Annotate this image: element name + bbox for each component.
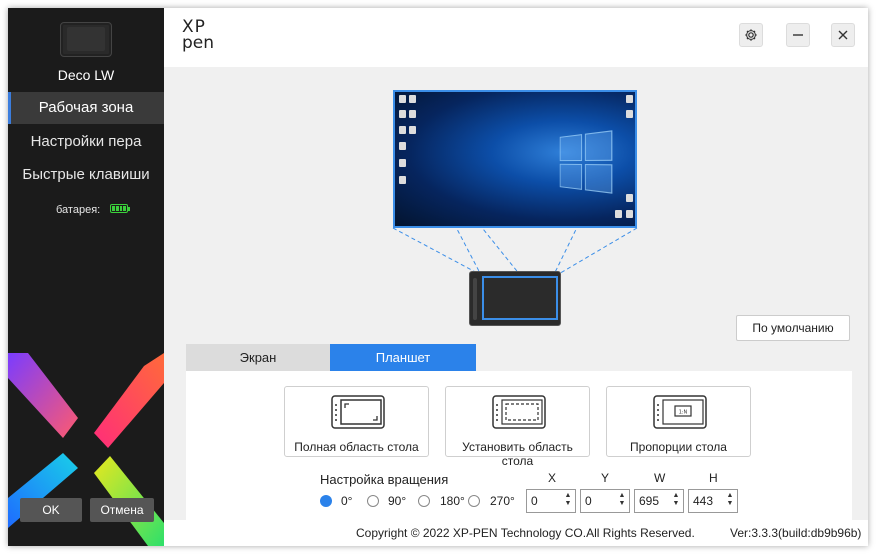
settings-button[interactable]: [739, 23, 763, 47]
desktop-icon: [399, 176, 406, 184]
spin-arrows-icon[interactable]: ▲ ▼: [672, 492, 680, 510]
desktop-icon: [399, 110, 406, 118]
w-value: 695: [639, 494, 660, 508]
sidebar-item-shortcut-keys[interactable]: Быстрые клавиши: [8, 159, 164, 191]
close-icon: [838, 30, 848, 40]
set-area-button[interactable]: Установить область стола: [445, 386, 590, 468]
mapping-tabs: Экран Планшет: [186, 344, 476, 371]
minimize-button[interactable]: [786, 23, 810, 47]
device-name: Deco LW: [57, 67, 115, 83]
sidebar-item-label: Рабочая зона: [38, 99, 134, 116]
desktop-icon: [615, 210, 622, 218]
desktop-icon: [409, 95, 416, 103]
desktop-icon: [399, 126, 406, 134]
tablet-key-strip: [473, 278, 477, 320]
spin-arrows-icon[interactable]: ▲ ▼: [564, 492, 572, 510]
desktop-icon: [409, 126, 416, 134]
desktop-icon: [399, 95, 406, 103]
x-value: 0: [531, 494, 538, 508]
w-stepper[interactable]: 695 ▲ ▼: [634, 489, 684, 513]
rotation-0-label: 0°: [341, 494, 353, 508]
y-stepper[interactable]: 0 ▲ ▼: [580, 489, 630, 513]
work-area-panel: По умолчанию Экран Планшет Полная област…: [164, 67, 868, 520]
minimize-icon: [793, 34, 803, 36]
ok-button[interactable]: OK: [20, 498, 82, 522]
spin-arrows-icon[interactable]: ▲ ▼: [618, 492, 626, 510]
desktop-icon: [409, 110, 416, 118]
svg-text:1:N: 1:N: [679, 410, 688, 416]
desktop-icon: [399, 159, 406, 167]
screen-preview: [393, 90, 637, 228]
rotation-270-radio[interactable]: [468, 495, 480, 507]
full-area-icon: [331, 395, 385, 429]
full-area-button[interactable]: Полная область стола: [284, 386, 429, 457]
tab-tablet[interactable]: Планшет: [330, 344, 476, 371]
device-thumbnail: [60, 22, 112, 57]
footer: Copyright © 2022 XP-PEN Technology CO.Al…: [164, 520, 868, 546]
mode-label: Пропорции стола: [630, 440, 727, 454]
h-stepper[interactable]: 443 ▲ ▼: [688, 489, 738, 513]
w-header: W: [654, 471, 666, 485]
close-button[interactable]: [831, 23, 855, 47]
desktop-icon: [399, 142, 406, 150]
app-window: Deco LW Рабочая зона Настройки пера Быст…: [8, 8, 868, 546]
sidebar-item-label: Быстрые клавиши: [22, 166, 150, 183]
battery-icon: [110, 204, 130, 213]
rotation-90-radio[interactable]: [367, 495, 379, 507]
sidebar: Deco LW Рабочая зона Настройки пера Быст…: [8, 8, 164, 546]
rotation-180-radio[interactable]: [418, 495, 430, 507]
mode-label: Установить область стола: [462, 440, 573, 468]
tablet-preview: [469, 271, 561, 326]
rotation-title: Настройка вращения: [320, 472, 449, 487]
proportion-icon: 1:N: [653, 395, 707, 429]
h-header: H: [709, 471, 718, 485]
version-text: Ver:3.3.3(build:db9b96b): [730, 526, 862, 540]
xppen-logo: XP pen: [182, 17, 215, 53]
windows-logo: [559, 130, 613, 194]
battery-label: батарея:: [56, 204, 101, 216]
spin-arrows-icon[interactable]: ▲ ▼: [726, 492, 734, 510]
tab-screen[interactable]: Экран: [186, 344, 330, 371]
desktop-icon: [626, 210, 633, 218]
x-header: X: [548, 471, 557, 485]
sidebar-item-pen-settings[interactable]: Настройки пера: [8, 126, 164, 158]
proportion-button[interactable]: 1:N Пропорции стола: [606, 386, 751, 457]
y-header: Y: [601, 471, 610, 485]
sidebar-item-work-area[interactable]: Рабочая зона: [8, 92, 164, 124]
rotation-0-radio[interactable]: [320, 495, 332, 507]
x-stepper[interactable]: 0 ▲ ▼: [526, 489, 576, 513]
copyright-text: Copyright © 2022 XP-PEN Technology CO.Al…: [356, 526, 695, 540]
rotation-180-label: 180°: [440, 494, 465, 508]
mode-label: Полная область стола: [294, 440, 419, 454]
title-bar: XP pen: [164, 8, 868, 67]
rotation-90-label: 90°: [388, 494, 407, 508]
y-value: 0: [585, 494, 592, 508]
default-button[interactable]: По умолчанию: [736, 315, 850, 341]
desktop-icon: [626, 110, 633, 118]
desktop-icon: [626, 194, 633, 202]
tablet-active-area: [482, 276, 558, 320]
cancel-button[interactable]: Отмена: [90, 498, 154, 522]
h-value: 443: [693, 494, 714, 508]
set-area-icon: [492, 395, 546, 429]
tablet-settings-panel: Полная область стола Установить область …: [186, 371, 852, 520]
gear-icon: [745, 29, 757, 41]
rotation-270-label: 270°: [490, 494, 515, 508]
desktop-icon: [626, 95, 633, 103]
sidebar-item-label: Настройки пера: [30, 133, 142, 150]
